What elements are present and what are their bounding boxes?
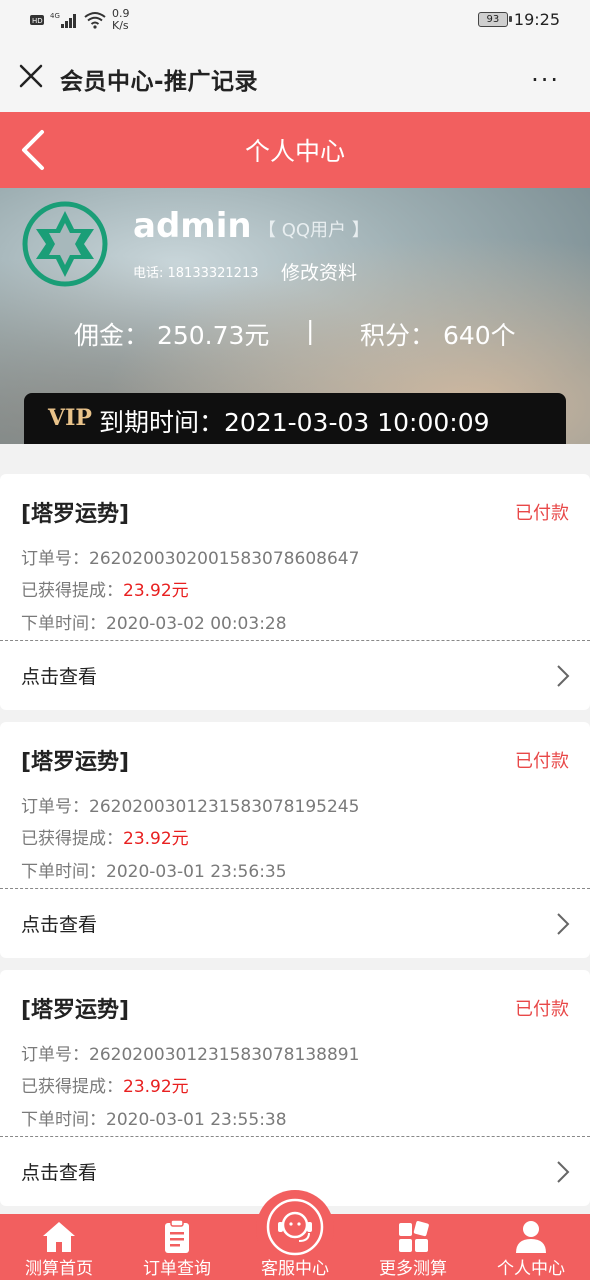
earned-row: 已获得提成：23.92元 [21, 576, 189, 601]
order-time-label: 下单时间： [21, 862, 106, 882]
earned-amount: 23.92元 [123, 581, 189, 601]
order-time: 2020-03-02 00:03:28 [106, 614, 287, 634]
order-time-label: 下单时间： [21, 1110, 106, 1130]
svg-text:HD: HD [32, 17, 43, 25]
chevron-right-icon[interactable] [556, 912, 570, 936]
order-card: [塔罗运势] 已付款 订单号：262020030123158307819524​… [0, 722, 590, 958]
order-number: 262020030123158307819524​5 [89, 797, 360, 817]
points-value: 积分： 640个 [360, 321, 516, 350]
order-time: 2020-03-01 23:55:38 [106, 1110, 287, 1130]
earned-row: 已获得提成：23.92元 [21, 824, 189, 849]
tab-label: 个人中心 [497, 1259, 565, 1279]
section-header: 个人中心 [0, 112, 590, 188]
speed-unit: K/s [112, 19, 129, 32]
earned-label: 已获得提成： [21, 581, 123, 601]
signal-icon: 4G [50, 12, 76, 28]
tab-profile[interactable]: 个人中心 [472, 1214, 590, 1280]
vip-expire-time: 到期时间：2021-03-03 10:00:09 [99, 408, 490, 437]
bottom-tab-bar: 测算首页 订单查询 客服中心 更多测算 个人中心 [0, 1190, 590, 1280]
tab-label: 客服中心 [261, 1259, 329, 1279]
home-icon [43, 1222, 75, 1252]
order-number-label: 订单号： [21, 549, 89, 569]
earned-label: 已获得提成： [21, 1077, 123, 1097]
view-details-link[interactable]: 点击查看 [21, 1158, 97, 1185]
status-right: 93 19:25 [477, 10, 560, 29]
order-status: 已付款 [515, 751, 569, 772]
clipboard-icon [165, 1220, 189, 1253]
order-time-row: 下单时间：2020-03-01 23:56:35 [21, 857, 287, 882]
order-time: 2020-03-01 23:56:35 [106, 862, 287, 882]
order-card: [塔罗运势] 已付款 订单号：26202003020015830786086​4… [0, 474, 590, 710]
earned-amount: 23.92元 [123, 1077, 189, 1097]
status-bar: HD 4G 0.9 K/s 93 19:25 [0, 0, 590, 44]
order-time-row: 下单时间：2020-03-01 23:55:38 [21, 1105, 287, 1130]
order-status: 已付款 [515, 999, 569, 1020]
order-number-row: 订单号：26202003020015830786086​47 [21, 544, 359, 569]
order-number-label: 订单号： [21, 797, 89, 817]
order-title: [塔罗运势] [21, 998, 130, 1023]
clock: 19:25 [513, 10, 560, 29]
order-number: 262020030123158307813889​1 [89, 1045, 360, 1065]
card-divider [0, 1136, 590, 1137]
order-number: 26202003020015830786086​47 [89, 549, 360, 569]
tab-more[interactable]: 更多测算 [354, 1214, 472, 1280]
hd-icon: HD [30, 15, 44, 25]
vip-badge: VIP [48, 405, 92, 431]
username: admin [133, 206, 252, 246]
close-icon[interactable] [18, 63, 44, 89]
battery-icon: 93 [477, 12, 512, 27]
wifi-icon [84, 12, 106, 29]
status-left: HD 4G 0.9 K/s [30, 8, 130, 32]
page-title: 会员中心-推广记录 [60, 69, 259, 95]
more-menu-button[interactable]: ··· [531, 66, 560, 94]
earned-label: 已获得提成： [21, 829, 123, 849]
tab-home[interactable]: 测算首页 [0, 1214, 118, 1280]
tab-label: 测算首页 [25, 1259, 93, 1279]
chevron-right-icon[interactable] [556, 1160, 570, 1184]
tab-label: 订单查询 [143, 1259, 211, 1279]
order-time-label: 下单时间： [21, 614, 106, 634]
tab-customer-service[interactable]: 客服中心 [236, 1190, 354, 1280]
order-title: [塔罗运势] [21, 750, 130, 775]
avatar-star-icon[interactable] [22, 201, 108, 287]
view-details-link[interactable]: 点击查看 [21, 662, 97, 689]
user-type: 【 QQ用户 】 [258, 220, 370, 241]
grid-icon [399, 1221, 429, 1252]
phone-number: 电话: 18133321213 [133, 266, 259, 281]
header-title: 个人中心 [244, 137, 345, 166]
earned-amount: 23.92元 [123, 829, 189, 849]
network-label: 4G [50, 12, 60, 20]
profile-panel: admin 【 QQ用户 】 电话: 18133321213 修改资料 佣金： … [0, 188, 590, 444]
stats-row: 佣金： 250.73元 | 积分： 640个 [0, 316, 590, 356]
view-details-link[interactable]: 点击查看 [21, 910, 97, 937]
order-title: [塔罗运势] [21, 502, 130, 527]
customer-service-icon [266, 1198, 324, 1256]
order-number-row: 订单号：262020030123158307819524​5 [21, 792, 359, 817]
earned-row: 已获得提成：23.92元 [21, 1072, 189, 1097]
commission-value: 佣金： 250.73元 [74, 321, 270, 350]
app-titlebar: 会员中心-推广记录 ··· [0, 44, 590, 112]
order-number-row: 订单号：262020030123158307813889​1 [21, 1040, 359, 1065]
order-number-label: 订单号： [21, 1045, 89, 1065]
user-icon [516, 1221, 546, 1253]
card-divider [0, 888, 590, 889]
net-speed: 0.9 K/s [112, 8, 130, 32]
card-divider [0, 640, 590, 641]
order-status: 已付款 [515, 503, 569, 524]
order-time-row: 下单时间：2020-03-02 00:03:28 [21, 609, 287, 634]
stats-separator: | [306, 316, 315, 345]
order-card: [塔罗运势] 已付款 订单号：262020030123158307813889​… [0, 970, 590, 1206]
chevron-right-icon[interactable] [556, 664, 570, 688]
tab-order-query[interactable]: 订单查询 [118, 1214, 236, 1280]
vip-bar: VIP 到期时间：2021-03-03 10:00:09 [24, 393, 566, 444]
edit-profile-link[interactable]: 修改资料 [281, 258, 357, 285]
tab-label: 更多测算 [379, 1259, 447, 1279]
